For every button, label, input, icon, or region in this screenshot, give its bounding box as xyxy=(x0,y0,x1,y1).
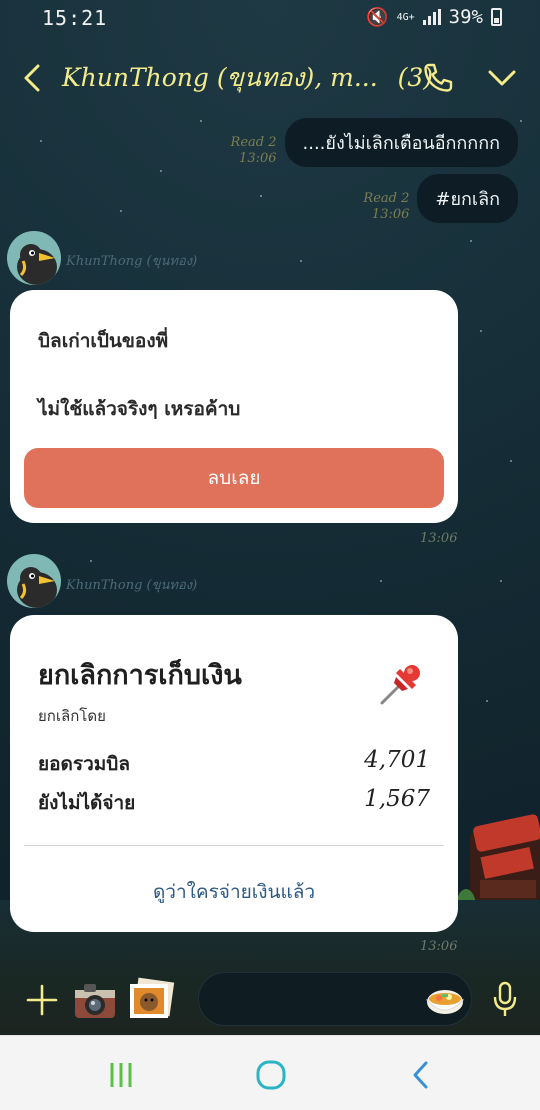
card-subtitle: ยกเลิกโดย xyxy=(38,707,106,725)
avatar[interactable] xyxy=(7,231,61,285)
sender-name: KhunThong (ขุนทอง) xyxy=(66,254,198,269)
plus-icon xyxy=(26,984,58,1016)
network-label: 4G+ xyxy=(396,11,415,23)
read-receipt: Read 2 xyxy=(230,135,277,150)
pushpin-icon xyxy=(376,659,426,709)
delete-button[interactable]: ลบเลย xyxy=(24,448,444,508)
message-meta: Read 2 13:06 xyxy=(231,135,277,167)
total-bill-value: 4,701 xyxy=(364,747,430,773)
message-meta: Read 2 13:06 xyxy=(363,191,409,223)
message-bubble[interactable]: ....ยังไม่เลิกเตือนอีกกกกก xyxy=(284,118,518,167)
battery-percent: 39% xyxy=(448,6,483,28)
phone-icon xyxy=(424,63,453,92)
chat-screen: 15:21 🔇 4G+ 39% KhunThong (ขุนทอง), m...… xyxy=(0,0,540,1035)
gallery-button[interactable] xyxy=(126,976,176,1022)
chat-header: KhunThong (ขุนทอง), m... (3) xyxy=(0,50,540,108)
microphone-icon xyxy=(493,981,517,1016)
unpaid-label: ยังไม่ได้จ่าย xyxy=(38,792,136,814)
message-time: 13:06 xyxy=(420,939,458,954)
card-text-line: บิลเก่าเป็นของพี่ xyxy=(38,330,169,352)
unpaid-value: 1,567 xyxy=(364,786,430,812)
avatar[interactable] xyxy=(7,554,61,608)
plus-button[interactable] xyxy=(24,982,60,1018)
bird-avatar-icon xyxy=(17,244,57,285)
system-nav-bar xyxy=(0,1035,540,1110)
message-input-bar xyxy=(0,972,540,1032)
battery-icon xyxy=(491,8,502,26)
menu-button[interactable] xyxy=(484,60,520,96)
nav-back-button[interactable] xyxy=(404,1058,438,1092)
sticker-button[interactable] xyxy=(424,978,466,1020)
camera-icon xyxy=(75,984,115,1018)
status-bar: 15:21 🔇 4G+ 39% xyxy=(0,0,540,36)
home-button[interactable] xyxy=(254,1058,288,1092)
microphone-button[interactable] xyxy=(490,980,520,1020)
status-time: 15:21 xyxy=(42,6,108,30)
back-button[interactable] xyxy=(14,58,50,98)
recent-apps-button[interactable] xyxy=(104,1060,138,1090)
divider xyxy=(24,845,444,846)
message-bubble[interactable]: #ยกเลิก xyxy=(417,174,518,223)
message-time: 13:06 xyxy=(371,207,410,222)
read-receipt: Read 2 xyxy=(363,191,410,206)
outgoing-message: Read 2 13:06 #ยกเลิก xyxy=(363,174,518,223)
status-icons: 🔇 4G+ 39% xyxy=(366,6,502,28)
chevron-left-icon xyxy=(24,64,40,92)
message-time: 13:06 xyxy=(420,531,458,546)
sticker-icon xyxy=(425,990,465,1014)
outgoing-message: Read 2 13:06 ....ยังไม่เลิกเตือนอีกกกกก xyxy=(231,118,518,167)
home-icon xyxy=(256,1060,286,1090)
camera-button[interactable] xyxy=(72,978,118,1022)
message-time: 13:06 xyxy=(239,151,277,166)
card-text-line: ไม่ใช้แล้วจริงๆ เหรอค้าบ xyxy=(38,398,241,420)
signal-icon xyxy=(422,9,441,25)
cancel-collection-card: ยกเลิกการเก็บเงิน ยกเลิกโดย ยอดรวมบิล 4,… xyxy=(10,615,458,932)
mute-icon: 🔇 xyxy=(366,6,389,28)
see-who-paid-link[interactable]: ดูว่าใครจ่ายเงินแล้ว xyxy=(10,877,458,907)
sender-name: KhunThong (ขุนทอง) xyxy=(66,578,198,593)
bird-avatar-icon xyxy=(17,567,57,608)
card-title: ยกเลิกการเก็บเงิน xyxy=(38,660,242,691)
recent-apps-icon xyxy=(110,1063,132,1087)
delete-bill-card: บิลเก่าเป็นของพี่ ไม่ใช้แล้วจริงๆ เหรอค้… xyxy=(10,290,458,523)
call-button[interactable] xyxy=(420,60,456,96)
gallery-icon xyxy=(130,977,175,1018)
total-bill-label: ยอดรวมบิล xyxy=(38,753,130,775)
chat-title-text: KhunThong (ขุนทอง), m... xyxy=(62,63,378,92)
back-arrow-icon xyxy=(413,1061,428,1089)
chevron-down-icon xyxy=(488,70,516,86)
chat-title[interactable]: KhunThong (ขุนทอง), m... (3) xyxy=(62,58,433,98)
